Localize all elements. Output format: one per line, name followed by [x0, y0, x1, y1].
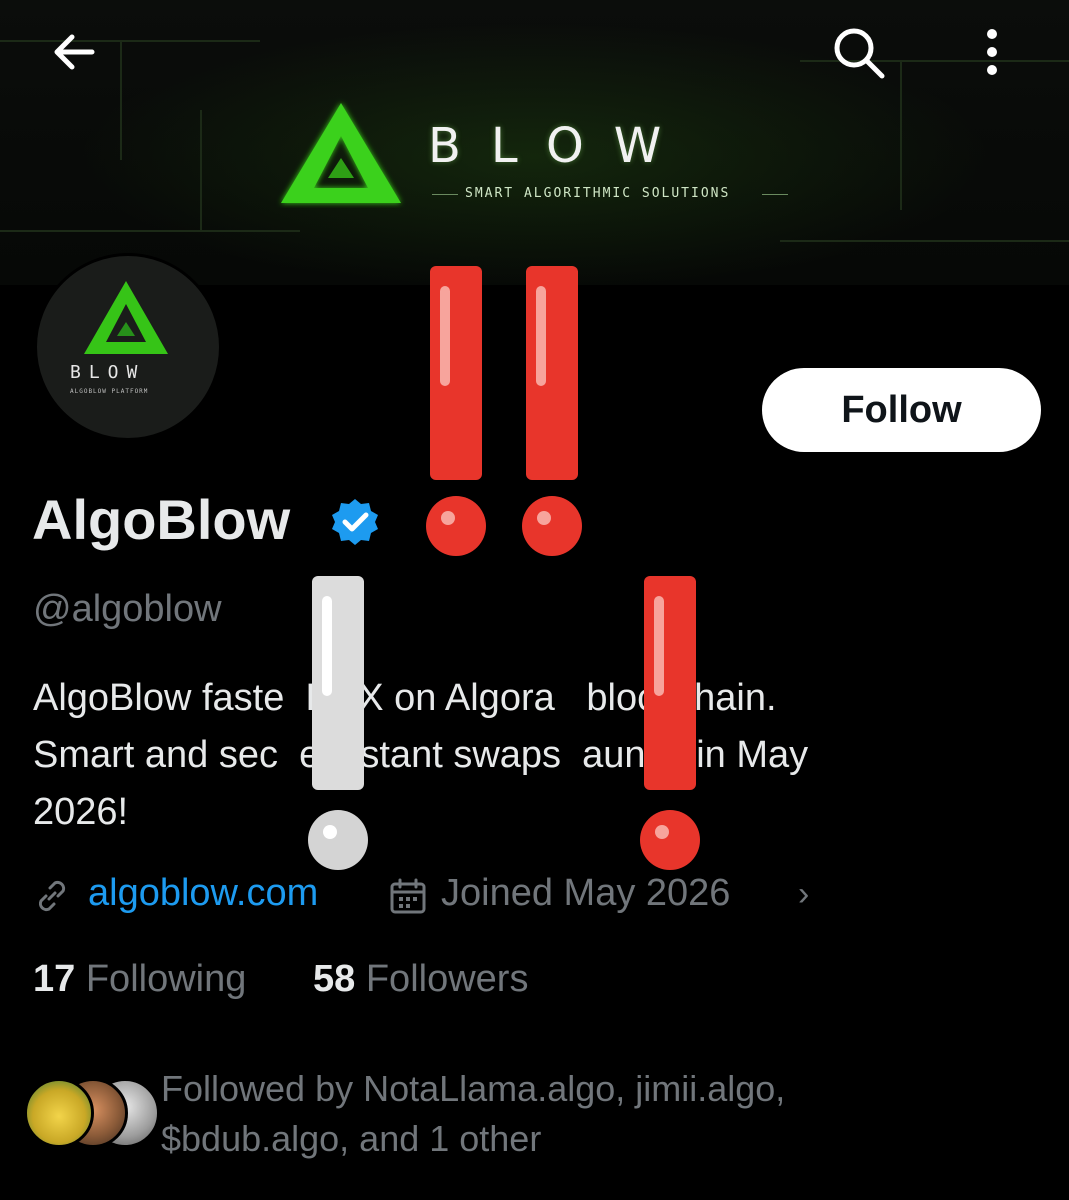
banner-tagline: SMART ALGORITHMIC SOLUTIONS — [465, 186, 731, 201]
more-options-button[interactable] — [960, 20, 1024, 84]
followers-count: 58 — [313, 958, 356, 1000]
follower-avatar[interactable] — [24, 1078, 94, 1148]
bio-line: 2026! — [33, 791, 129, 833]
chevron-right-icon[interactable]: › — [798, 875, 809, 914]
follow-button[interactable]: Follow — [762, 368, 1041, 452]
following-label: Following — [85, 958, 247, 1000]
banner-brand: BLOW — [428, 118, 692, 174]
following-stat[interactable]: 17 Following — [33, 958, 246, 1001]
red-exclamation-icon — [640, 576, 700, 870]
white-exclamation-icon — [308, 576, 368, 870]
followers-label: Followers — [365, 958, 529, 1000]
red-exclamation-icon — [522, 266, 582, 556]
profile-banner: BLOW SMART ALGORITHMIC SOLUTIONS — [0, 0, 1069, 285]
calendar-icon — [390, 878, 426, 914]
avatar-logo-icon — [84, 281, 168, 354]
search-button[interactable] — [826, 20, 890, 84]
verified-badge-icon[interactable] — [330, 497, 380, 547]
arrow-left-icon — [54, 34, 95, 70]
followed-by-line: $bdub.algo, and 1 other — [161, 1118, 542, 1159]
algoblow-logo-icon — [281, 103, 401, 203]
avatar-subtitle: ALGOBLOW PLATFORM — [70, 388, 149, 395]
followed-by-text[interactable]: Followed by NotaLlama.algo, jimii.algo, … — [161, 1064, 1041, 1164]
followed-by-line: Followed by NotaLlama.algo, jimii.algo, — [161, 1068, 786, 1109]
back-button[interactable] — [42, 20, 106, 84]
link-icon — [38, 880, 66, 912]
following-count: 17 — [33, 958, 76, 1000]
followers-stat[interactable]: 58 Followers — [313, 958, 528, 1001]
bio-line: Smart and sec e instant swaps aunch in M… — [33, 734, 809, 776]
bio: AlgoBlow faste DEX on Algora blockchain.… — [33, 670, 1033, 841]
search-icon — [834, 28, 885, 79]
joined-date: Joined May 2026 — [441, 872, 731, 914]
website-link[interactable]: algoblow.com — [88, 872, 318, 915]
handle: @algoblow — [33, 588, 222, 630]
more-vertical-icon — [987, 29, 997, 75]
bio-line: AlgoBlow faste DEX on Algora blockchain. — [33, 677, 777, 719]
red-exclamation-icon — [426, 266, 486, 556]
display-name: AlgoBlow — [32, 488, 291, 551]
avatar-brand: BLOW — [70, 362, 146, 383]
